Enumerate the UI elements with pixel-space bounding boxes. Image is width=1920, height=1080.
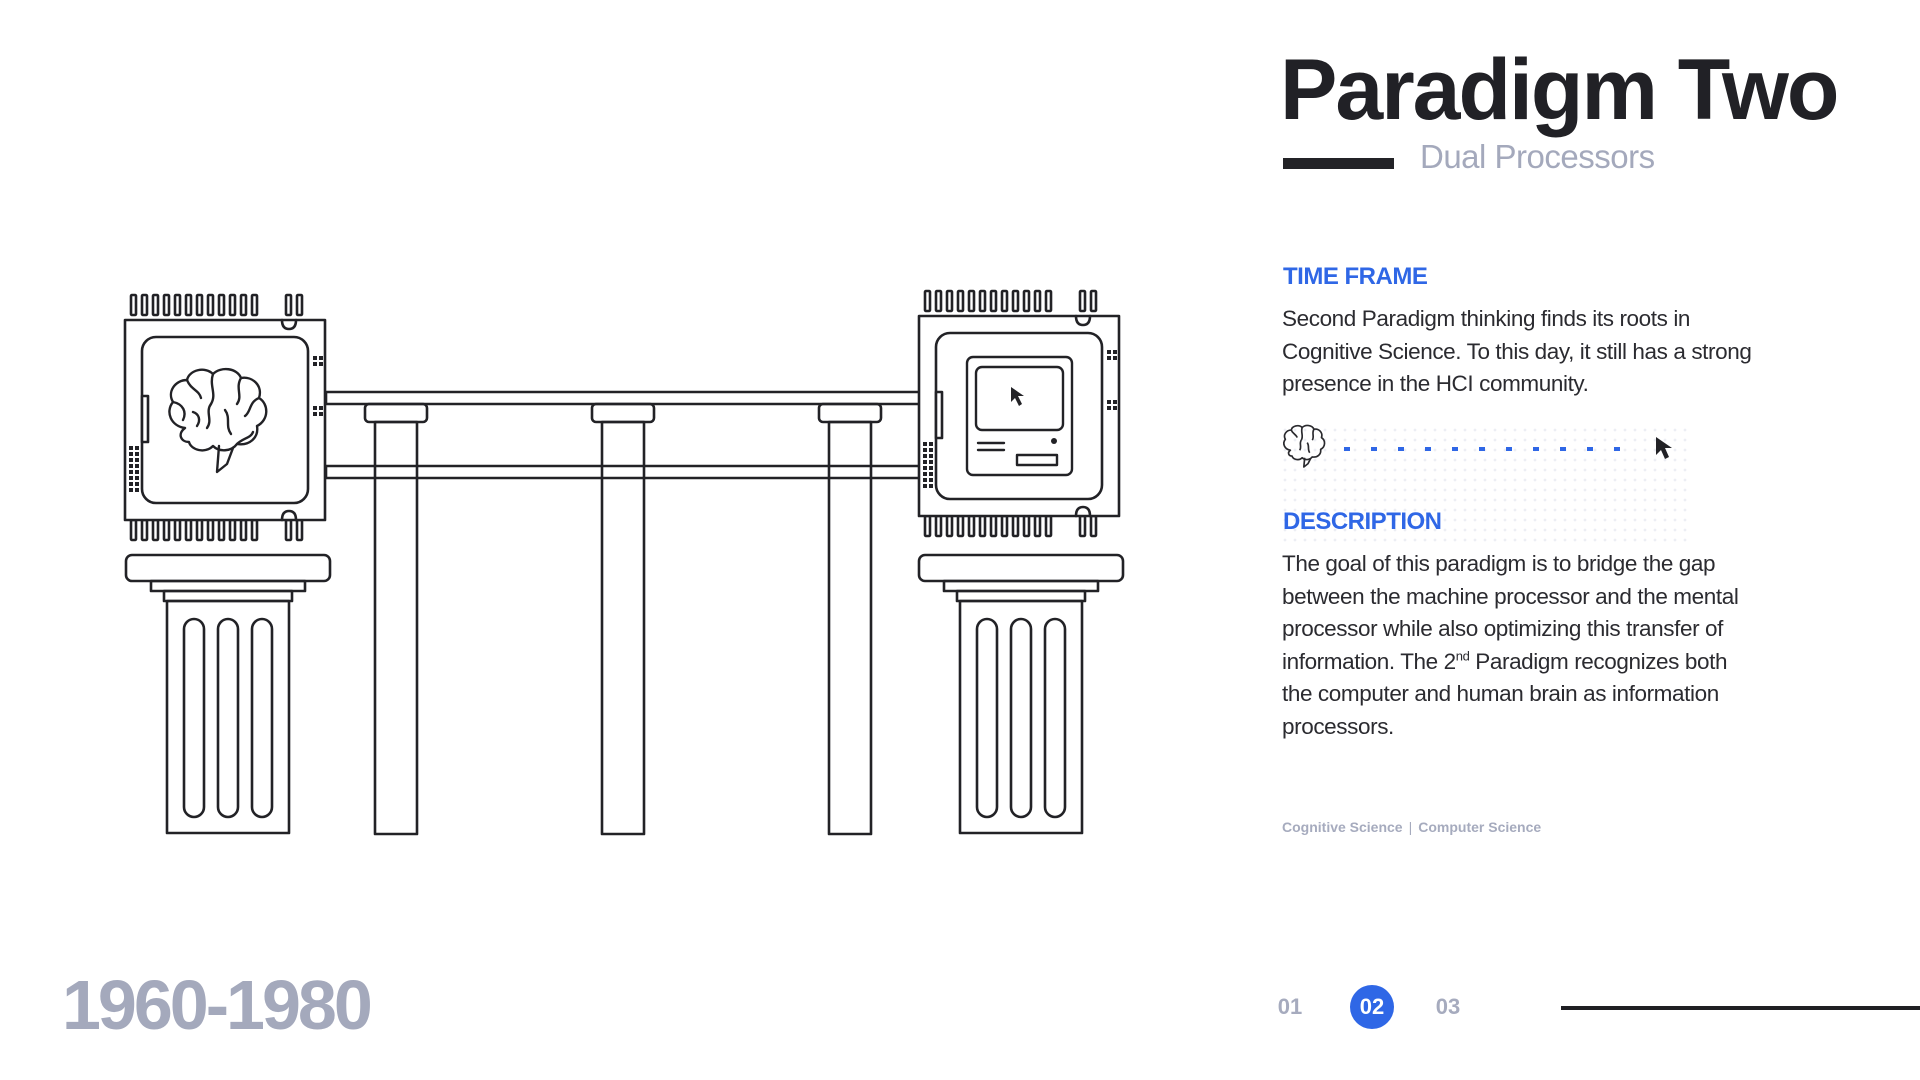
title-underline [1283,158,1394,169]
left-processor-chip [123,293,327,542]
page-button-01[interactable]: 01 [1268,985,1312,1029]
time-frame-text: Second Paradigm thinking finds its roots… [1282,306,1752,396]
page-button-03[interactable]: 03 [1426,985,1470,1029]
ordinal-suffix: nd [1455,648,1470,663]
description-text: The goal of this paradigm is to bridge t… [1282,548,1752,743]
transfer-icons [1283,424,1672,468]
tag-separator: | [1408,819,1413,835]
transfer-dash-line [1344,447,1620,451]
right-processor-chip [917,289,1121,538]
description-heading: DESCRIPTION [1283,508,1442,535]
tag-computer-science: Computer Science [1418,819,1542,835]
time-frame-heading: TIME FRAME [1283,263,1428,290]
tag-cognitive-science: Cognitive Science [1282,819,1403,835]
dual-processor-illustration [123,289,1125,836]
brain-icon [1283,424,1326,468]
page-subtitle: Dual Processors [1420,138,1655,175]
bridge-posts [363,402,883,836]
progress-line [1561,1006,1920,1010]
left-column [124,553,332,835]
year-range: 1960-1980 [62,966,373,1044]
page-button-02[interactable]: 02 [1350,985,1394,1029]
cursor-icon [1656,437,1672,459]
discipline-tags: Cognitive Science | Computer Science [1282,819,1541,835]
page-title: Paradigm Two [1280,42,1839,138]
right-column [917,553,1125,835]
